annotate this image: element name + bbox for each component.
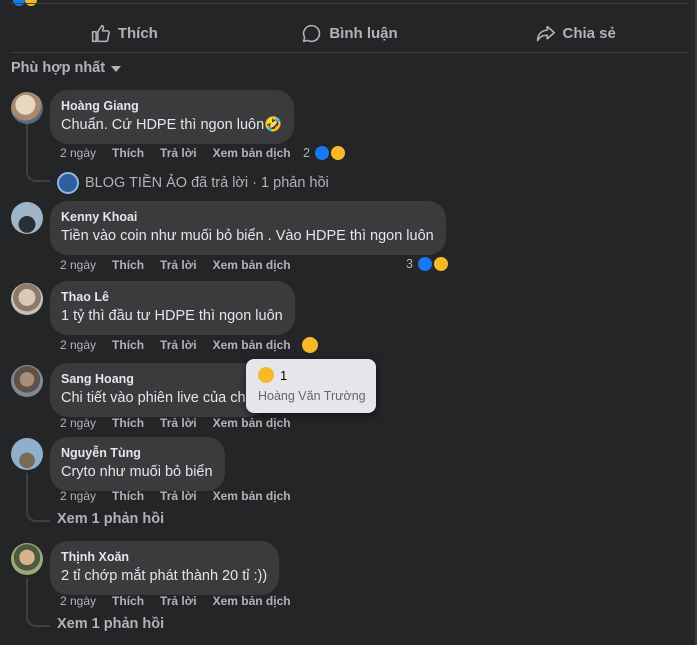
comment-meta: 2 ngày Thích Trả lời Xem bản dịch xyxy=(60,594,307,608)
comment-text: Chuẩn. Cứ HDPE thì ngon luôn🤣 xyxy=(61,117,283,133)
sort-label: Phù hợp nhất xyxy=(11,60,106,76)
haha-reaction-icon xyxy=(431,255,450,273)
comment-time[interactable]: 2 ngày xyxy=(60,258,96,272)
comment-time[interactable]: 2 ngày xyxy=(60,416,96,430)
comment-reply-button[interactable]: Trả lời xyxy=(160,258,197,272)
comment-text: Tiền vào coin như muối bỏ biển . Vào HDP… xyxy=(61,228,434,244)
comment-author[interactable]: Thao Lê xyxy=(61,289,283,305)
comment-text: 1 tỷ thì đầu tư HDPE thì ngon luôn xyxy=(61,308,283,324)
comment-time[interactable]: 2 ngày xyxy=(60,338,96,352)
comment-text: Chi tiết vào phiên live của chú xyxy=(61,390,254,406)
comment-translate-button[interactable]: Xem bản dịch xyxy=(213,146,291,160)
comment-translate-button[interactable]: Xem bản dịch xyxy=(213,594,291,608)
comment-reply-button[interactable]: Trả lời xyxy=(160,338,197,352)
share-arrow-icon xyxy=(536,25,555,41)
comment-reactions[interactable] xyxy=(300,335,320,355)
haha-reaction-icon xyxy=(258,367,274,383)
comment-time[interactable]: 2 ngày xyxy=(60,594,96,608)
comment-author[interactable]: Sang Hoang xyxy=(61,371,254,387)
comment-bubble: Kenny Khoai Tiền vào coin như muối bỏ bi… xyxy=(50,201,446,255)
comment-bubble: Hoàng Giang Chuẩn. Cứ HDPE thì ngon luôn… xyxy=(50,90,295,144)
thumbs-up-icon xyxy=(91,24,110,42)
comment-reply-button[interactable]: Trả lời xyxy=(160,416,197,430)
share-button[interactable]: Chia sẻ xyxy=(462,14,688,52)
caret-down-icon xyxy=(111,66,122,72)
comment-bubble: Sang Hoang Chi tiết vào phiên live của c… xyxy=(50,363,266,417)
comment-text: Cryto như muối bỏ biển xyxy=(61,464,213,480)
page-avatar-icon xyxy=(57,172,79,194)
comment-like-button[interactable]: Thích xyxy=(112,338,144,352)
comment-label: Bình luận xyxy=(329,24,398,42)
reply-thread-line xyxy=(26,124,50,182)
comment-translate-button[interactable]: Xem bản dịch xyxy=(213,416,291,430)
comment-reply-button[interactable]: Trả lời xyxy=(160,146,197,160)
view-replies-text: Xem 1 phản hồi xyxy=(57,616,165,632)
comment-reactions[interactable]: 2 xyxy=(303,144,347,162)
comment-reply-button[interactable]: Trả lời xyxy=(160,594,197,608)
comment-meta: 2 ngày Thích Trả lời Xem bản dịch xyxy=(60,338,307,352)
haha-reaction-icon xyxy=(328,144,347,162)
comment-author[interactable]: Thịnh Xoăn xyxy=(61,549,267,565)
comment-reactions[interactable]: 3 xyxy=(406,255,450,273)
comment-like-button[interactable]: Thích xyxy=(112,594,144,608)
comment-time[interactable]: 2 ngày xyxy=(60,489,96,503)
comment-time[interactable]: 2 ngày xyxy=(60,146,96,160)
comment-reply-button[interactable]: Trả lời xyxy=(160,489,197,503)
comment-meta: 2 ngày Thích Trả lời Xem bản dịch xyxy=(60,489,307,503)
reply-thread-link[interactable]: BLOG TIỀN ẢO đã trả lời · 1 phản hồi xyxy=(57,172,329,194)
top-divider xyxy=(11,3,688,4)
comment-author[interactable]: Nguyễn Tùng xyxy=(61,445,213,461)
comment-bubble: Thịnh Xoăn 2 tỉ chớp mắt phát thành 20 t… xyxy=(50,541,280,595)
comment-like-button[interactable]: Thích xyxy=(112,258,144,272)
reply-thread-line xyxy=(26,578,50,627)
like-button[interactable]: Thích xyxy=(11,14,237,52)
view-replies-link[interactable]: Xem 1 phản hồi xyxy=(57,511,164,527)
tooltip-count: 1 xyxy=(280,367,288,383)
action-divider xyxy=(11,52,688,53)
view-replies-link[interactable]: Xem 1 phản hồi xyxy=(57,616,164,632)
comment-author[interactable]: Hoàng Giang xyxy=(61,98,282,114)
tooltip-reactor-name: Hoàng Văn Trường xyxy=(258,389,366,403)
view-replies-text: Xem 1 phản hồi xyxy=(57,511,165,527)
comment-meta: 2 ngày Thích Trả lời Xem bản dịch xyxy=(60,146,307,160)
avatar[interactable] xyxy=(11,283,43,315)
comment-translate-button[interactable]: Xem bản dịch xyxy=(213,258,291,272)
reply-thread-text: BLOG TIỀN ẢO đã trả lời · 1 phản hồi xyxy=(85,175,329,191)
comment-bubble-icon xyxy=(303,24,321,42)
comment-button[interactable]: Bình luận xyxy=(237,14,463,52)
post-action-bar: Thích Bình luận Chia sẻ xyxy=(11,14,688,52)
comment-author[interactable]: Kenny Khoai xyxy=(61,209,434,225)
comment-sort-dropdown[interactable]: Phù hợp nhất xyxy=(11,60,122,76)
avatar[interactable] xyxy=(11,365,43,397)
avatar[interactable] xyxy=(11,438,43,470)
comment-bubble: Thao Lê 1 tỷ thì đầu tư HDPE thì ngon lu… xyxy=(50,281,295,335)
comment-like-button[interactable]: Thích xyxy=(112,416,144,430)
comment-translate-button[interactable]: Xem bản dịch xyxy=(213,489,291,503)
avatar[interactable] xyxy=(11,202,43,234)
comment-bubble: Nguyễn Tùng Cryto như muối bỏ biển xyxy=(50,437,225,491)
comment-text: 2 tỉ chớp mắt phát thành 20 tỉ :)) xyxy=(61,568,268,584)
comment-like-button[interactable]: Thích xyxy=(112,489,144,503)
reply-thread-line xyxy=(26,473,50,522)
avatar[interactable] xyxy=(11,543,43,575)
like-label: Thích xyxy=(117,24,158,42)
avatar[interactable] xyxy=(11,92,43,124)
reaction-count: 2 xyxy=(303,146,310,160)
comment-translate-button[interactable]: Xem bản dịch xyxy=(213,338,291,352)
haha-reaction-icon xyxy=(300,335,320,355)
comment-like-button[interactable]: Thích xyxy=(112,146,144,160)
comment-meta: 2 ngày Thích Trả lời Xem bản dịch xyxy=(60,258,307,272)
reaction-count: 3 xyxy=(406,257,413,271)
reaction-tooltip: 1 Hoàng Văn Trường xyxy=(246,359,376,413)
comment-meta: 2 ngày Thích Trả lời Xem bản dịch xyxy=(60,416,307,430)
share-label: Chia sẻ xyxy=(562,24,616,42)
